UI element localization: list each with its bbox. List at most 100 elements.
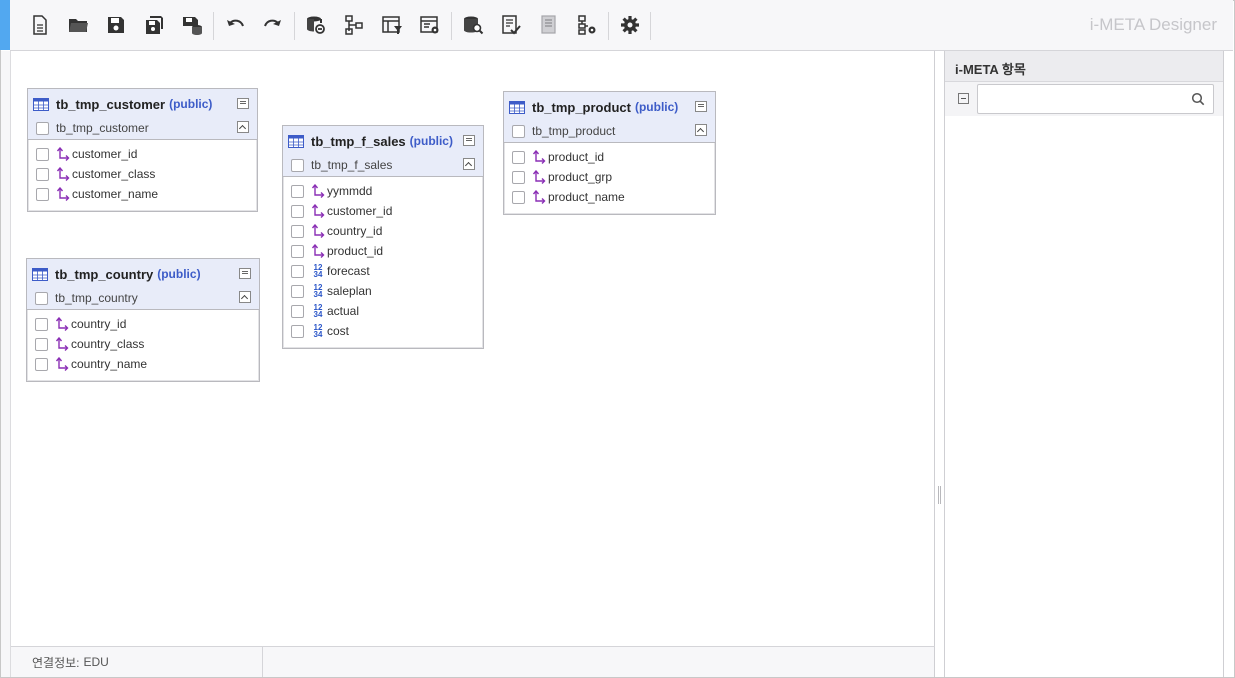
database-search-button[interactable]	[459, 11, 487, 39]
table-settings-button[interactable]	[416, 11, 444, 39]
table-node-header[interactable]: tb_tmp_product (public) tb_tmp_product	[504, 92, 715, 143]
column-row[interactable]: product_id	[291, 241, 483, 261]
open-button[interactable]	[64, 11, 92, 39]
splitter-grip-icon[interactable]	[938, 486, 941, 504]
column-name: country_class	[71, 337, 145, 351]
table-select-checkbox[interactable]	[35, 291, 48, 305]
settings-button[interactable]	[616, 11, 644, 39]
column-row[interactable]: customer_name	[36, 184, 257, 204]
column-row[interactable]: product_name	[512, 187, 715, 207]
collapse-up-icon[interactable]	[695, 124, 707, 136]
column-row[interactable]: country_class	[35, 334, 259, 354]
new-document-button[interactable]	[26, 11, 54, 39]
column-checkbox[interactable]	[36, 147, 49, 161]
column-checkbox[interactable]	[36, 167, 49, 181]
table-select-checkbox[interactable]	[36, 121, 49, 135]
column-checkbox[interactable]	[35, 337, 48, 351]
table-menu-icon[interactable]	[239, 268, 251, 279]
table-node-customer[interactable]: tb_tmp_customer (public) tb_tmp_customer…	[27, 88, 258, 212]
meta-search-input[interactable]	[978, 85, 1183, 113]
database-link-icon	[307, 16, 325, 34]
column-checkbox[interactable]	[36, 187, 49, 201]
column-row[interactable]: product_id	[512, 147, 715, 167]
collapse-all-icon[interactable]	[958, 93, 969, 104]
column-row[interactable]: product_grp	[512, 167, 715, 187]
column-row[interactable]: customer_id	[291, 201, 483, 221]
key-column-icon	[56, 147, 70, 161]
column-checkbox[interactable]	[512, 190, 525, 204]
hierarchy-settings-button[interactable]	[573, 11, 601, 39]
save-to-database-button[interactable]	[178, 11, 206, 39]
column-row[interactable]: country_name	[35, 354, 259, 374]
table-menu-icon[interactable]	[237, 98, 249, 109]
table-columns: product_id product_grp product_name	[504, 143, 715, 211]
column-checkbox[interactable]	[291, 184, 304, 198]
meta-items-title: i-META 항목	[945, 51, 1223, 82]
column-checkbox[interactable]	[291, 244, 304, 258]
key-column-icon	[532, 190, 546, 204]
checklist-button[interactable]	[497, 11, 525, 39]
column-checkbox[interactable]	[291, 204, 304, 218]
table-node-header[interactable]: tb_tmp_country (public) tb_tmp_country	[27, 259, 259, 310]
column-checkbox[interactable]	[35, 317, 48, 331]
column-row[interactable]: country_id	[291, 221, 483, 241]
undo-icon	[227, 19, 244, 27]
column-checkbox[interactable]	[291, 304, 304, 318]
key-column-icon	[311, 244, 325, 258]
table-node-f-sales[interactable]: tb_tmp_f_sales (public) tb_tmp_f_sales y…	[282, 125, 484, 349]
column-checkbox[interactable]	[291, 224, 304, 238]
column-row[interactable]: country_id	[35, 314, 259, 334]
numeric-column-icon: 12 34	[313, 263, 323, 279]
table-select-checkbox[interactable]	[512, 124, 525, 138]
table-filter-button[interactable]	[378, 11, 406, 39]
column-name: yymmdd	[327, 184, 373, 198]
column-checkbox[interactable]	[512, 150, 525, 164]
table-node-header[interactable]: tb_tmp_customer (public) tb_tmp_customer	[28, 89, 257, 140]
hierarchy-button[interactable]	[340, 11, 368, 39]
table-alias: tb_tmp_country	[55, 291, 138, 305]
column-row[interactable]: customer_class	[36, 164, 257, 184]
column-checkbox[interactable]	[291, 324, 304, 338]
diagram-canvas[interactable]: tb_tmp_customer (public) tb_tmp_customer…	[11, 51, 935, 646]
redo-button[interactable]	[259, 11, 287, 39]
table-select-checkbox[interactable]	[291, 158, 304, 172]
table-node-product[interactable]: tb_tmp_product (public) tb_tmp_product p…	[503, 91, 716, 215]
report-button[interactable]	[535, 11, 563, 39]
numeric-column-icon: 12 34	[313, 323, 323, 339]
database-link-button[interactable]	[302, 11, 330, 39]
table-name: tb_tmp_product	[532, 99, 631, 115]
table-icon	[509, 100, 525, 114]
hierarchy-settings-icon	[578, 15, 596, 35]
column-row[interactable]: yymmdd	[291, 181, 483, 201]
column-row[interactable]: customer_id	[36, 144, 257, 164]
column-checkbox[interactable]	[291, 284, 304, 298]
collapse-up-icon[interactable]	[237, 121, 249, 133]
table-settings-icon	[420, 16, 439, 34]
column-row[interactable]: 12 34 saleplan	[291, 281, 483, 301]
column-row[interactable]: 12 34 forecast	[291, 261, 483, 281]
column-row[interactable]: 12 34 cost	[291, 321, 483, 341]
search-icon[interactable]	[1191, 92, 1205, 106]
key-column-icon	[55, 337, 69, 351]
save-button[interactable]	[102, 11, 130, 39]
column-checkbox[interactable]	[512, 170, 525, 184]
table-node-country[interactable]: tb_tmp_country (public) tb_tmp_country c…	[26, 258, 260, 382]
table-menu-icon[interactable]	[695, 101, 707, 112]
undo-button[interactable]	[221, 11, 249, 39]
collapse-up-icon[interactable]	[463, 158, 475, 170]
table-node-header[interactable]: tb_tmp_f_sales (public) tb_tmp_f_sales	[283, 126, 483, 177]
numeric-column-icon: 12 34	[313, 283, 323, 299]
column-checkbox[interactable]	[35, 357, 48, 371]
meta-search-box[interactable]	[977, 84, 1214, 114]
numeric-column-icon: 12 34	[313, 303, 323, 319]
column-name: cost	[327, 324, 350, 338]
table-schema: (public)	[409, 134, 453, 148]
column-row[interactable]: 12 34 actual	[291, 301, 483, 321]
collapse-up-icon[interactable]	[239, 291, 251, 303]
key-column-icon	[311, 204, 325, 218]
save-all-button[interactable]	[140, 11, 168, 39]
panel-splitter[interactable]	[935, 51, 944, 677]
table-menu-icon[interactable]	[463, 135, 475, 146]
column-checkbox[interactable]	[291, 264, 304, 278]
status-bar: 연결정보: EDU	[11, 646, 935, 677]
